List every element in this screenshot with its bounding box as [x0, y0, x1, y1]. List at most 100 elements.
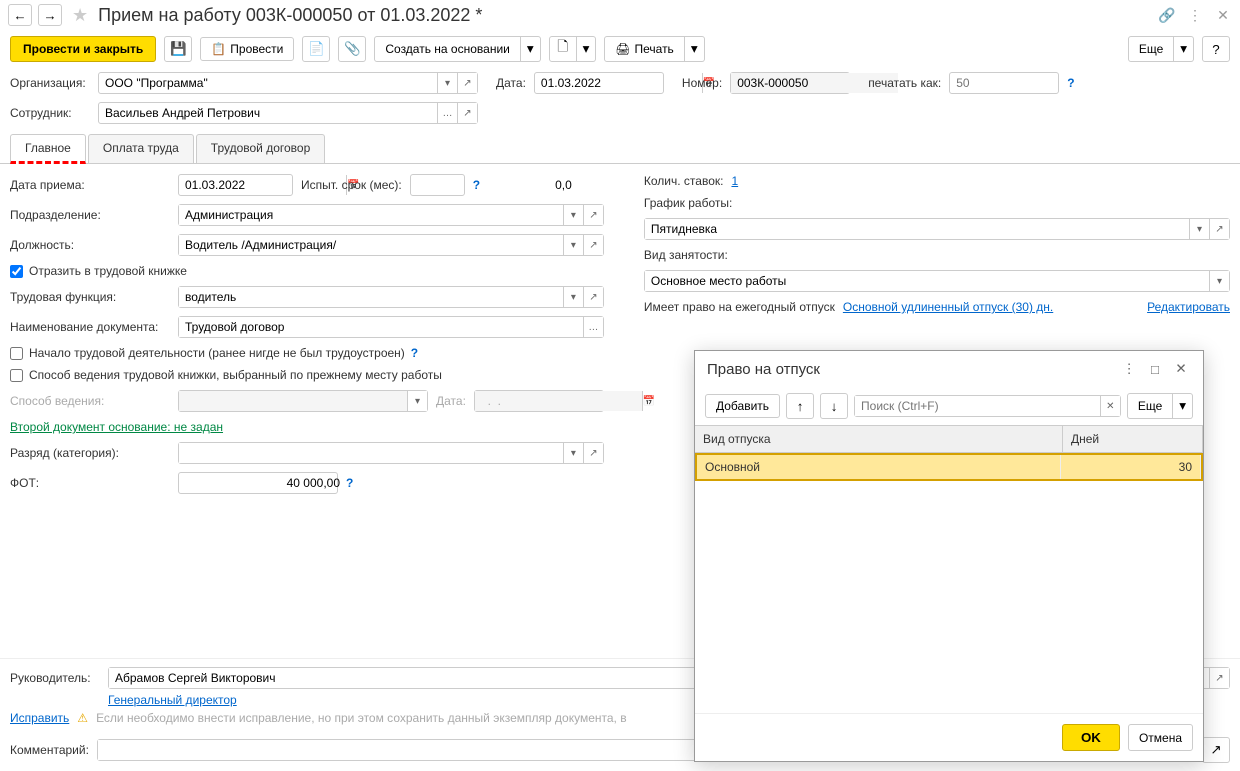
start-activity-label: Начало трудовой деятельности (ранее нигд…	[29, 346, 405, 360]
expand-button[interactable]: ↗	[1202, 737, 1230, 763]
method-label: Способ ведения:	[10, 394, 170, 408]
dialog-maximize-icon[interactable]: □	[1145, 359, 1165, 379]
document-button[interactable]: 📄	[302, 36, 330, 62]
employee-select-btn[interactable]: …	[437, 103, 457, 123]
date2-input	[475, 391, 642, 411]
tab-contract[interactable]: Трудовой договор	[196, 134, 325, 163]
document-action-dropdown[interactable]: ▾	[577, 36, 597, 62]
grade-open-btn[interactable]: ↗	[583, 443, 603, 463]
move-up-button[interactable]: ↑	[786, 393, 814, 419]
vacation-link[interactable]: Основной удлиненный отпуск (30) дн.	[843, 300, 1053, 314]
vacation-right-dialog: Право на отпуск ⋮ □ ✕ Добавить ↑ ↓ ✕ Еще…	[694, 350, 1204, 762]
date-input[interactable]	[535, 73, 702, 93]
schedule-dropdown-btn[interactable]: ▾	[1189, 219, 1209, 239]
create-based-button[interactable]: Создать на основании	[374, 36, 521, 62]
employee-input[interactable]	[99, 103, 437, 123]
employment-type-dropdown-btn[interactable]: ▾	[1209, 271, 1229, 291]
dialog-toolbar: Добавить ↑ ↓ ✕ Еще ▾	[695, 387, 1203, 425]
grade-input[interactable]	[179, 443, 563, 463]
dialog-more-button[interactable]: Еще	[1127, 393, 1173, 419]
positions-count-link[interactable]: 1	[731, 174, 738, 188]
labor-function-input[interactable]	[179, 287, 563, 307]
nav-back-button[interactable]: ←	[8, 4, 32, 26]
position-label: Должность:	[10, 238, 170, 252]
tab-bar: Главное Оплата труда Трудовой договор	[0, 134, 1240, 164]
create-based-dropdown[interactable]: ▾	[521, 36, 541, 62]
position-open-btn[interactable]: ↗	[583, 235, 603, 255]
help-button[interactable]: ?	[1202, 36, 1230, 62]
org-dropdown-btn[interactable]: ▾	[437, 73, 457, 93]
employment-type-label: Вид занятости:	[644, 248, 728, 262]
doc-name-select-btn[interactable]: …	[583, 317, 603, 337]
print-dropdown[interactable]: ▾	[685, 36, 705, 62]
fix-link[interactable]: Исправить	[10, 711, 69, 725]
date-field-wrap: 📅	[534, 72, 664, 94]
org-label: Организация:	[10, 76, 90, 90]
probation-help[interactable]: ?	[473, 178, 480, 192]
grade-dropdown-btn[interactable]: ▾	[563, 443, 583, 463]
doc-name-input[interactable]	[179, 317, 583, 337]
labor-function-dropdown-btn[interactable]: ▾	[563, 287, 583, 307]
table-row[interactable]: Основной 30	[695, 453, 1203, 481]
start-activity-checkbox[interactable]	[10, 347, 23, 360]
department-input[interactable]	[179, 205, 563, 225]
cancel-button[interactable]: Отмена	[1128, 724, 1193, 751]
tab-main[interactable]: Главное	[10, 134, 86, 164]
manager-position-link[interactable]: Генеральный директор	[108, 693, 237, 707]
post-button[interactable]: 📋Провести	[200, 37, 294, 61]
department-dropdown-btn[interactable]: ▾	[563, 205, 583, 225]
nav-forward-button[interactable]: →	[38, 4, 62, 26]
positions-count-label: Колич. ставок:	[644, 174, 724, 188]
employee-open-btn[interactable]: ↗	[457, 103, 477, 123]
fot-help[interactable]: ?	[346, 476, 353, 490]
labor-book-checkbox[interactable]	[10, 265, 23, 278]
print-button[interactable]: 🖨Печать	[604, 36, 685, 62]
search-wrap: ✕	[854, 395, 1121, 417]
fot-input[interactable]	[179, 473, 346, 493]
top-form-row: Организация: ▾ ↗ Дата: 📅 Номер: печатать…	[0, 68, 1240, 98]
start-activity-help[interactable]: ?	[411, 346, 418, 360]
org-input[interactable]	[99, 73, 437, 93]
link-icon[interactable]: 🔗	[1158, 6, 1176, 24]
edit-link[interactable]: Редактировать	[1147, 300, 1230, 314]
col-days-header[interactable]: Дней	[1063, 426, 1203, 452]
favorite-star-icon[interactable]: ★	[72, 5, 88, 26]
menu-icon[interactable]: ⋮	[1186, 6, 1204, 24]
dialog-more-dropdown[interactable]: ▾	[1173, 393, 1193, 419]
employment-type-input[interactable]	[645, 271, 1209, 291]
manager-open-btn[interactable]: ↗	[1209, 668, 1229, 688]
post-and-close-button[interactable]: Провести и закрыть	[10, 36, 156, 62]
labor-function-open-btn[interactable]: ↗	[583, 287, 603, 307]
org-open-btn[interactable]: ↗	[457, 73, 477, 93]
department-open-btn[interactable]: ↗	[583, 205, 603, 225]
move-down-button[interactable]: ↓	[820, 393, 848, 419]
col-type-header[interactable]: Вид отпуска	[695, 426, 1063, 452]
schedule-open-btn[interactable]: ↗	[1209, 219, 1229, 239]
position-dropdown-btn[interactable]: ▾	[563, 235, 583, 255]
dialog-close-icon[interactable]: ✕	[1171, 359, 1191, 379]
attach-button[interactable]: 📎	[338, 36, 366, 62]
position-input[interactable]	[179, 235, 563, 255]
search-clear-btn[interactable]: ✕	[1100, 396, 1120, 416]
date-label: Дата:	[496, 76, 526, 90]
more-button[interactable]: Еще	[1128, 36, 1174, 62]
add-button[interactable]: Добавить	[705, 394, 780, 418]
tab-payment[interactable]: Оплата труда	[88, 134, 194, 163]
save-button[interactable]: 💾	[164, 36, 192, 62]
more-dropdown[interactable]: ▾	[1174, 36, 1194, 62]
ok-button[interactable]: OK	[1062, 724, 1120, 751]
number-label: Номер:	[682, 76, 722, 90]
dialog-menu-icon[interactable]: ⋮	[1119, 359, 1139, 379]
print-as-input[interactable]	[950, 73, 1117, 93]
probation-input[interactable]	[411, 175, 578, 195]
main-toolbar: Провести и закрыть 💾 📋Провести 📄 📎 Созда…	[0, 30, 1240, 68]
print-as-help[interactable]: ?	[1067, 76, 1074, 90]
second-doc-link[interactable]: Второй документ основание: не задан	[10, 420, 223, 434]
book-method-checkbox[interactable]	[10, 369, 23, 382]
search-input[interactable]	[855, 396, 1100, 416]
window-title: Прием на работу 003К-000050 от 01.03.202…	[98, 5, 1152, 26]
schedule-input[interactable]	[645, 219, 1189, 239]
manager-label: Руководитель:	[10, 671, 100, 685]
close-icon[interactable]: ✕	[1214, 6, 1232, 24]
document-action-button[interactable]: 🗋	[549, 36, 577, 62]
